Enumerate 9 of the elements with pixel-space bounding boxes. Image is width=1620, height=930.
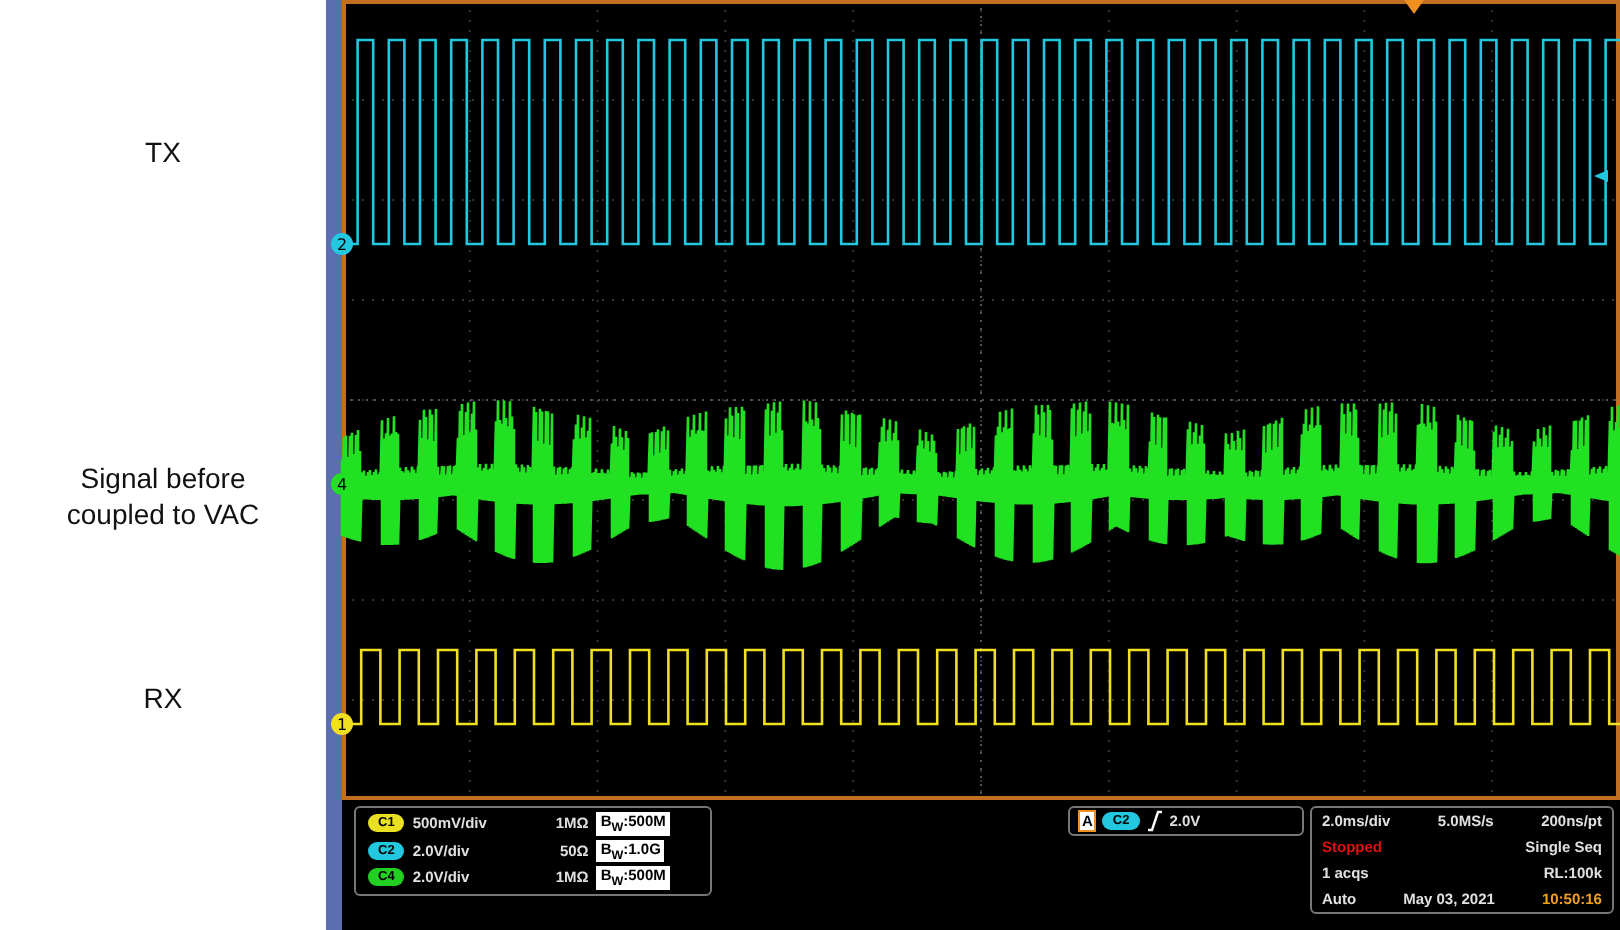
trace-label: RX xyxy=(143,678,183,716)
channel-marker: 1 xyxy=(331,713,353,735)
trace-label: TX xyxy=(145,133,181,171)
channel-marker: 4 xyxy=(331,473,353,495)
trigger-position-icon xyxy=(1404,0,1424,14)
trigger-level-icon xyxy=(1594,170,1608,182)
trace-label: Signal before coupled to VAC xyxy=(64,458,262,532)
channel-marker: 2 xyxy=(331,233,353,255)
rising-edge-icon xyxy=(1145,810,1164,832)
